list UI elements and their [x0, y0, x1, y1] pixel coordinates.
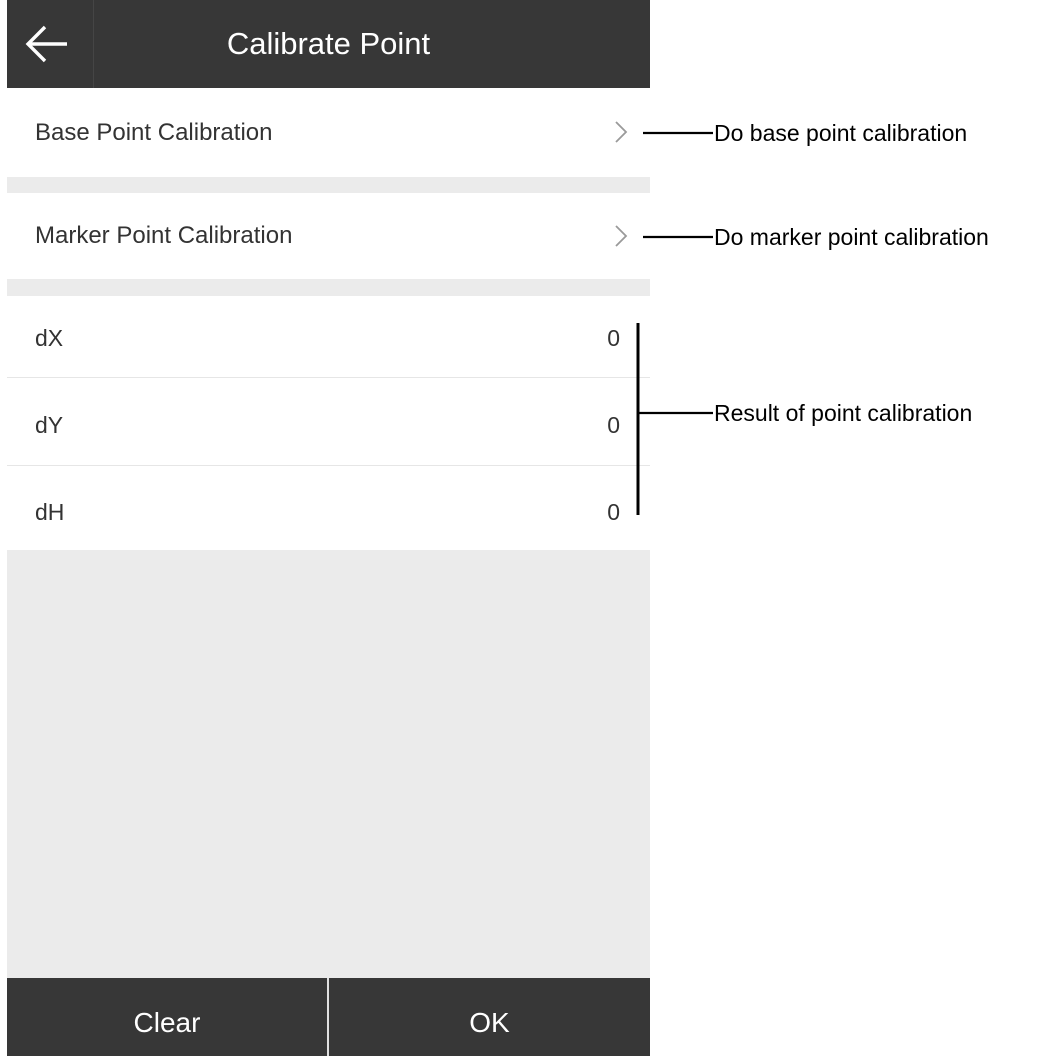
dx-value: 0: [607, 325, 620, 351]
dx-label: dX: [35, 325, 64, 351]
ok-button[interactable]: OK: [329, 978, 650, 1056]
marker-annotation: Do marker point calibration: [714, 224, 989, 250]
dy-value: 0: [607, 412, 620, 438]
back-button[interactable]: [21, 18, 73, 70]
result-annotation: Result of point calibration: [714, 400, 973, 426]
page-title: Calibrate Point: [226, 26, 431, 61]
figure: Calibrate Point Base Point Calibration M…: [0, 0, 1058, 1056]
chevron-right-icon: [615, 121, 628, 143]
marker-point-calibration-item[interactable]: Marker Point Calibration: [7, 193, 650, 279]
clear-button[interactable]: Clear: [7, 978, 327, 1056]
base-annotation: Do base point calibration: [714, 120, 968, 146]
title-bar: Calibrate Point: [7, 0, 650, 88]
dh-value: 0: [607, 499, 620, 525]
bottom-action-bar: Clear OK: [7, 978, 650, 1056]
dy-label: dY: [35, 412, 64, 438]
base-point-calibration-item[interactable]: Base Point Calibration: [7, 88, 650, 177]
marker-point-calibration-label: Marker Point Calibration: [35, 222, 293, 249]
chevron-right-icon: [615, 225, 628, 247]
arrow-left-icon: [25, 25, 67, 63]
result-row-dx: dX 0: [7, 296, 650, 378]
base-point-calibration-label: Base Point Calibration: [35, 119, 273, 146]
result-row-dh: dH 0: [7, 466, 650, 550]
title-divider: [93, 0, 94, 88]
result-row-dy: dY 0: [7, 378, 650, 466]
dh-label: dH: [35, 499, 65, 525]
phone-screen: Calibrate Point Base Point Calibration M…: [7, 0, 650, 1056]
